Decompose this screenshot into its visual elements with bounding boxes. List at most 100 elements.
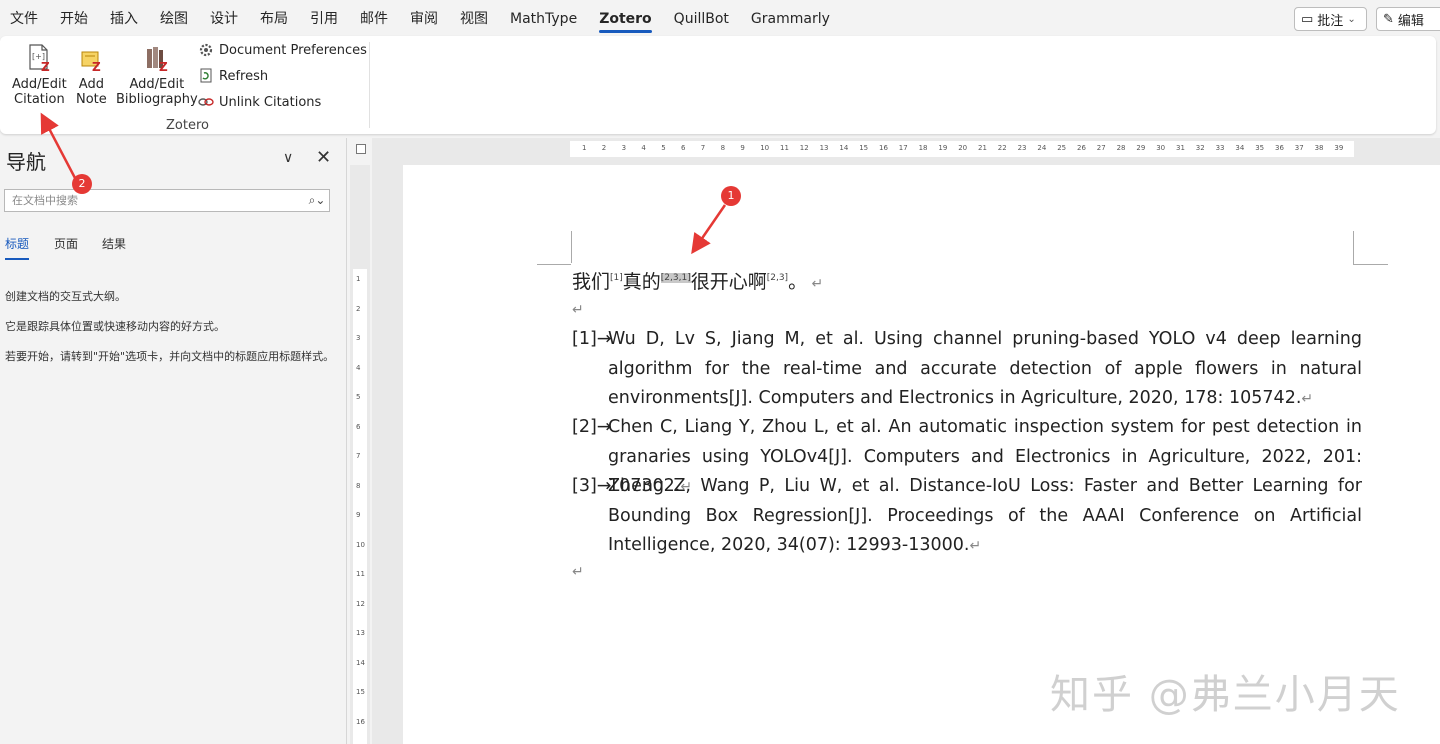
ruler-tick-label: 35 [1255,144,1265,152]
ruler-tick-label: 30 [1156,144,1166,152]
ruler-tick-label: 3 [621,144,627,152]
ruler-tick-label: 39 [1334,144,1344,152]
tab-draw[interactable]: 绘图 [149,0,199,36]
document-preferences-button[interactable]: Document Preferences [198,42,367,58]
chevron-down-icon[interactable]: ∨ [283,150,293,166]
margin-corner-marker [571,231,572,263]
tab-pages[interactable]: 页面 [54,235,78,252]
empty-paragraph[interactable]: ↵ [572,299,584,319]
ruler-tick-label: 19 [938,144,948,152]
ruler-tick-label: 27 [1096,144,1106,152]
tab-home[interactable]: 开始 [49,0,99,36]
ruler-tick-label: 29 [1136,144,1146,152]
tab-design[interactable]: 设计 [199,0,249,36]
margin-corner-marker [1354,264,1388,265]
document-page[interactable]: 我们[1]真的[2,3,1]很开心啊[2,3]。 ↵ ↵ [1]→ Wu D, … [403,165,1440,744]
tab-zotero[interactable]: Zotero [588,0,662,36]
comments-button[interactable]: ▭ 批注 ⌄ [1294,7,1367,31]
paragraph-mark: ↵ [572,564,584,580]
ruler-tick-label: 9 [740,144,745,152]
comments-label: 批注 [1317,13,1344,29]
ruler-tick-label: 2 [356,304,361,313]
tab-insert[interactable]: 插入 [99,0,149,36]
tab-file[interactable]: 文件 [0,0,49,36]
citation-marker-selected[interactable]: [2,3,1] [660,273,691,283]
close-icon[interactable]: ✕ [316,147,331,168]
tab-grammarly[interactable]: Grammarly [740,0,841,36]
reference-text: Wu D, Lv S, Jiang M, et al. Using channe… [608,329,1362,408]
tab-review[interactable]: 审阅 [399,0,449,36]
annotation-badge-2: 2 [72,174,92,194]
ruler-tick-label: 34 [1235,144,1245,152]
add-edit-bibliography-button[interactable]: Z Add/Edit Bibliography [116,44,198,107]
ruler-tick-label: 28 [1116,144,1126,152]
pane-divider[interactable] [346,138,347,744]
tab-mathtype[interactable]: MathType [499,0,588,36]
vertical-ruler[interactable]: 1 2 3 4 5 6 7 8 9 10 11 12 13 14 15 16 [350,165,370,744]
ruler-tick-label: 12 [356,599,365,608]
body-text: 。 [788,271,808,293]
tab-headings[interactable]: 标题 [5,235,30,260]
horizontal-ruler[interactable]: 1 2 3 4 5 6 7 8 9 10 11 12 13 14 15 16 17 18 19 20 21 22 23 24 2… [372,138,1440,160]
navigation-pane: 导航 ∨ ✕ ⌕⌄ 标题 页面 结果 创建文档的交互式大纲。 它是跟踪具体位置或… [0,138,346,744]
note-icon: Z [78,44,104,74]
body-text: 很开心啊 [690,271,767,293]
add-edit-citation-label-2: Citation [14,92,65,107]
bibliography-entry[interactable]: [1]→ Wu D, Lv S, Jiang M, et al. Using c… [572,325,1362,415]
add-edit-citation-button[interactable]: [+] Z Add/Edit Citation [12,44,67,107]
ruler-tick-label: 24 [1037,144,1047,152]
paragraph-mark: ↵ [969,538,982,554]
comment-icon: ▭ [1301,11,1314,27]
citation-marker[interactable]: [1] [610,273,623,283]
ruler-tick-label: 6 [356,422,361,431]
refresh-button[interactable]: Refresh [198,68,268,84]
refresh-label: Refresh [219,68,269,84]
add-edit-bibliography-label-2: Bibliography [116,92,198,107]
ruler-tick-label: 1 [582,144,587,152]
ruler-tick-label: 10 [356,540,365,549]
paragraph-mark: ↵ [807,276,824,292]
tab-results[interactable]: 结果 [102,235,126,252]
ruler-tick-label: 15 [859,144,869,152]
citation-marker[interactable]: [2,3] [767,273,788,283]
ruler-tick-label: 25 [1057,144,1067,152]
bibliography-entry[interactable]: [3]→ Zheng Z, Wang P, Liu W, et al. Dist… [572,472,1362,562]
pencil-icon: ✎ [1383,11,1394,27]
add-note-label-1: Add [78,77,104,92]
tab-selector[interactable] [356,144,366,154]
watermark: 知乎 @弗兰小月天 [1050,672,1401,718]
tab-quillbot[interactable]: QuillBot [663,0,740,36]
ruler-tick-label: 21 [978,144,987,152]
ruler-tick-label: 22 [997,144,1007,152]
tab-layout[interactable]: 布局 [249,0,299,36]
tab-view[interactable]: 视图 [449,0,499,36]
reference-number: [1]→ [572,329,612,349]
editing-button[interactable]: ✎ 编辑 [1376,7,1440,31]
ruler-tick-label: 36 [1275,144,1284,152]
unlink-icon [198,94,214,110]
search-icon[interactable]: ⌕⌄ [305,193,329,208]
reference-number: [2]→ [572,417,612,437]
ruler-tick-label: 9 [356,511,361,519]
ruler-tick-label: 6 [681,144,686,152]
body-text: 我们 [572,271,611,293]
search-input[interactable] [5,194,305,207]
empty-paragraph[interactable]: ↵ [572,561,584,581]
svg-text:Z: Z [159,60,168,72]
ruler-tick-label: 17 [898,144,908,152]
paragraph-mark: ↵ [572,302,584,318]
nav-hint-1: 创建文档的交互式大纲。 [5,290,126,303]
add-note-button[interactable]: Z Add Note [76,44,107,107]
tab-mailings[interactable]: 邮件 [349,0,399,36]
body-paragraph[interactable]: 我们[1]真的[2,3,1]很开心啊[2,3]。 ↵ [572,267,823,294]
ruler-tick-label: 31 [1176,144,1185,152]
document-search-box: ⌕⌄ [4,189,330,212]
add-note-label-2: Note [76,92,107,107]
ruler-tick-label: 7 [356,452,361,460]
paragraph-mark: ↵ [1301,391,1314,407]
ruler-tick-label: 16 [356,717,365,726]
margin-corner-marker [537,264,571,265]
ruler-tick-label: 37 [1294,144,1304,152]
unlink-citations-button[interactable]: Unlink Citations [198,94,321,110]
tab-references[interactable]: 引用 [299,0,349,36]
